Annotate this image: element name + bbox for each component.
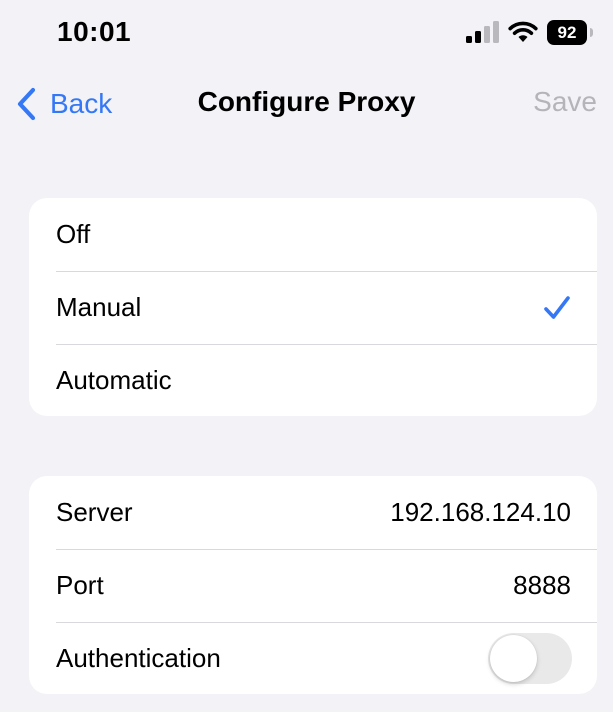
save-button[interactable]: Save [533, 86, 597, 118]
port-label: Port [56, 570, 104, 600]
navigation-bar: Back Configure Proxy Save [0, 66, 613, 142]
status-time: 10:01 [57, 16, 132, 47]
option-label: Off [56, 219, 91, 249]
checkmark-icon [544, 295, 570, 319]
authentication-row: Authentication [29, 622, 597, 694]
proxy-option-automatic[interactable]: Automatic [29, 344, 597, 416]
server-field[interactable]: 192.168.124.10 [390, 497, 571, 528]
server-label: Server [56, 497, 133, 527]
proxy-details-group: Server 192.168.124.10 Port 8888 Authenti… [29, 476, 597, 694]
battery-tip [590, 28, 593, 37]
option-label: Manual [56, 292, 142, 322]
authentication-label: Authentication [56, 642, 221, 673]
battery-icon: 92 [547, 20, 595, 45]
back-button[interactable]: Back [14, 84, 112, 124]
battery-level: 92 [547, 20, 587, 45]
port-row: Port 8888 [29, 549, 597, 622]
status-bar: 10:01 92 [0, 0, 613, 66]
server-row: Server 192.168.124.10 [29, 476, 597, 549]
toggle-knob [490, 634, 537, 682]
authentication-toggle[interactable] [488, 632, 572, 684]
proxy-mode-group: Off Manual Automatic [29, 198, 597, 416]
cellular-signal-icon [466, 21, 499, 43]
option-label: Automatic [56, 364, 172, 395]
port-field[interactable]: 8888 [513, 570, 571, 601]
wifi-icon [508, 21, 538, 42]
back-label: Back [50, 88, 113, 119]
proxy-option-manual[interactable]: Manual [29, 271, 597, 344]
proxy-option-off[interactable]: Off [29, 198, 597, 271]
chevron-left-icon [17, 87, 36, 121]
